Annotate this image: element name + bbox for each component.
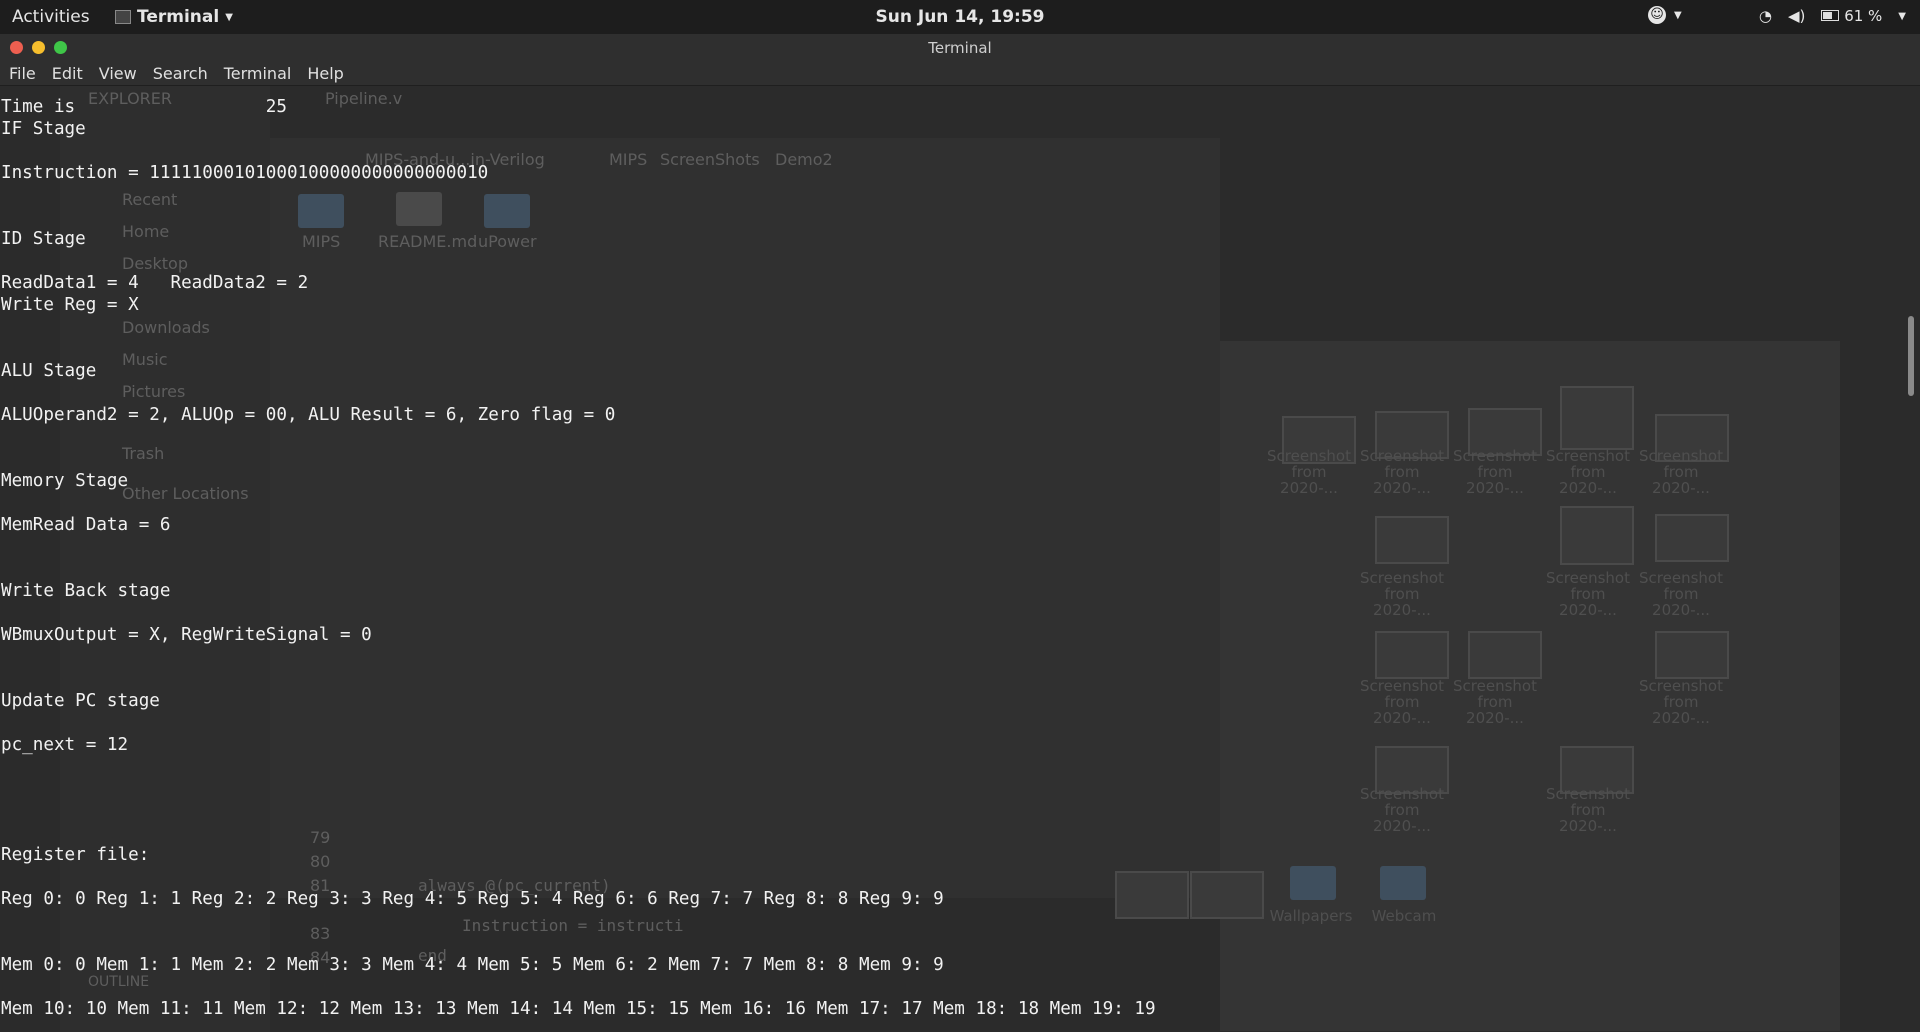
- window-title: Terminal: [928, 39, 992, 57]
- menu-search[interactable]: Search: [153, 62, 208, 85]
- accessibility-icon: ☺: [1648, 6, 1666, 24]
- clock[interactable]: Sun Jun 14, 19:59: [876, 7, 1045, 27]
- terminal-line: Write Back stage: [1, 581, 171, 601]
- battery-status: 61 %: [1821, 7, 1882, 25]
- accessibility-menu[interactable]: ☺ ▼: [1648, 6, 1682, 24]
- status-tray[interactable]: ◔ ◀) 61 % ▼: [1759, 7, 1906, 25]
- terminal-line: Memory Stage: [1, 471, 129, 491]
- terminal-line: ALU Stage: [1, 361, 97, 381]
- system-top-bar: Activities Terminal ▼ Sun Jun 14, 19:59 …: [0, 0, 1920, 34]
- battery-percent: 61 %: [1844, 7, 1883, 25]
- terminal-scrollbar[interactable]: [1908, 316, 1914, 396]
- terminal-line: Instruction = 11111000101000100000000000…: [1, 163, 489, 183]
- menu-view[interactable]: View: [99, 62, 137, 85]
- volume-icon: ◀): [1788, 7, 1806, 25]
- terminal-line: Write Reg = X: [1, 295, 139, 315]
- menu-terminal[interactable]: Terminal: [224, 62, 292, 85]
- terminal-line: MemRead Data = 6: [1, 515, 171, 535]
- terminal-line: Mem 10: 10 Mem 11: 11 Mem 12: 12 Mem 13:…: [1, 999, 1156, 1019]
- menu-file[interactable]: File: [9, 62, 36, 85]
- terminal-line: ALUOperand2 = 2, ALUOp = 00, ALU Result …: [1, 405, 616, 425]
- chevron-down-icon: ▼: [1674, 9, 1682, 21]
- terminal-line: ReadData1 = 4 ReadData2 = 2: [1, 273, 309, 293]
- terminal-line: Time is 25: [1, 97, 287, 117]
- terminal-line: ID Stage: [1, 229, 86, 249]
- terminal-line: Reg 0: 0 Reg 1: 1 Reg 2: 2 Reg 3: 3 Reg …: [1, 889, 944, 909]
- window-title-bar[interactable]: Terminal: [0, 34, 1920, 62]
- battery-icon: [1821, 10, 1840, 21]
- wifi-icon: ◔: [1758, 7, 1773, 25]
- terminal-icon: [115, 10, 131, 24]
- app-menu[interactable]: Terminal ▼: [115, 7, 233, 27]
- chevron-down-icon: ▼: [225, 11, 233, 23]
- terminal-line: Mem 0: 0 Mem 1: 1 Mem 2: 2 Mem 3: 3 Mem …: [1, 955, 944, 975]
- terminal-line: Register file:: [1, 845, 150, 865]
- app-menu-label: Terminal: [137, 7, 220, 27]
- terminal-line: Update PC stage: [1, 691, 160, 711]
- activities-button[interactable]: Activities: [12, 7, 90, 27]
- menu-bar: File Edit View Search Terminal Help: [0, 62, 1920, 86]
- terminal-output[interactable]: Time is 25 IF Stage Instruction = 11111000…: [1, 96, 1901, 1020]
- terminal-line: WBmuxOutput = X, RegWriteSignal = 0: [1, 625, 372, 645]
- terminal-line: IF Stage: [1, 119, 86, 139]
- menu-edit[interactable]: Edit: [52, 62, 83, 85]
- chevron-down-icon: ▼: [1898, 10, 1906, 22]
- terminal-line: pc_next = 12: [1, 735, 129, 755]
- menu-help[interactable]: Help: [307, 62, 343, 85]
